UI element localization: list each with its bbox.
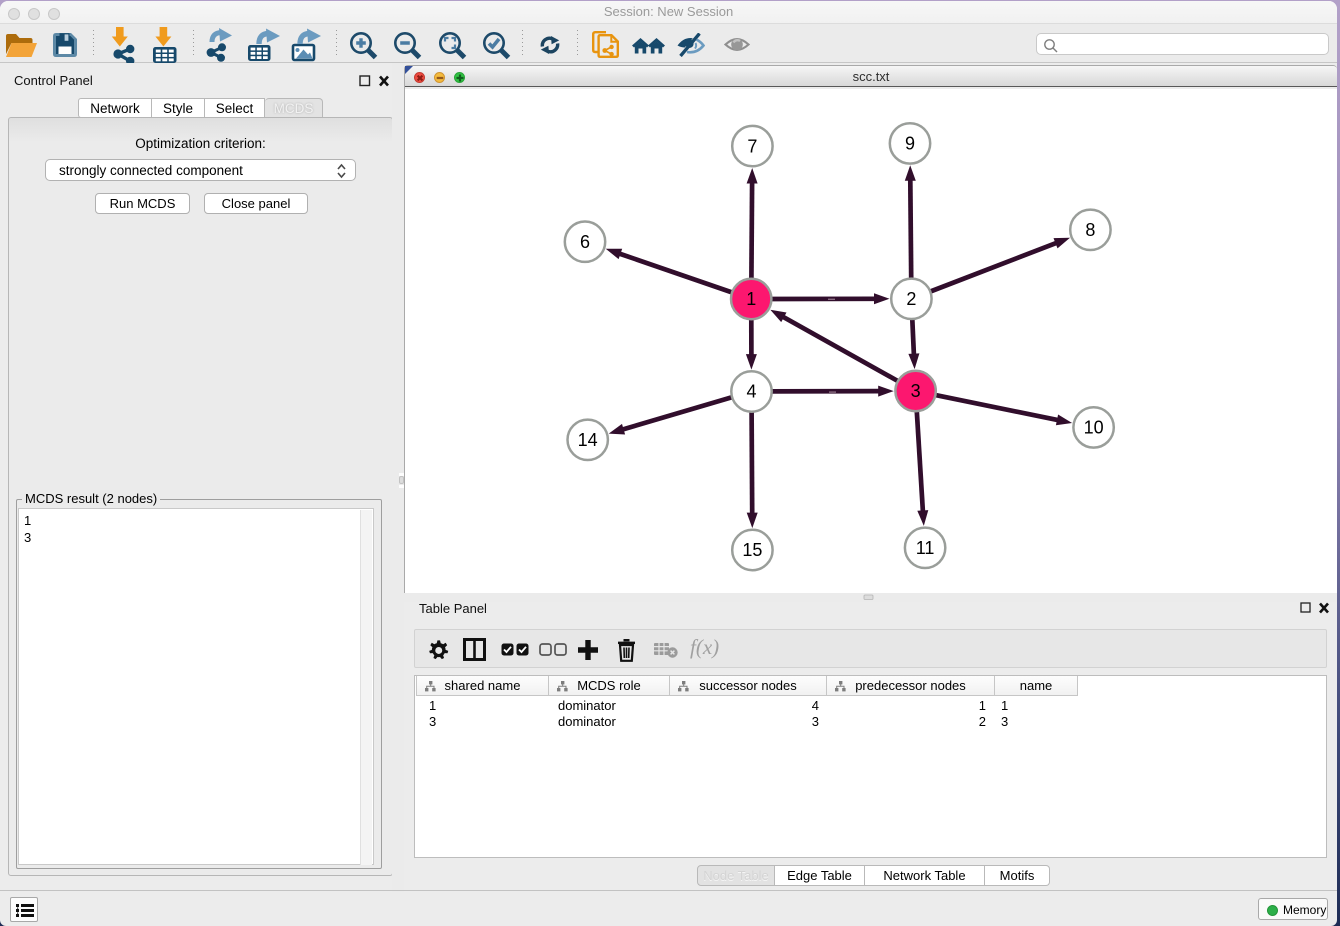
svg-text:10: 10 xyxy=(1084,418,1104,438)
svg-text:7: 7 xyxy=(747,136,757,156)
svg-text:14: 14 xyxy=(578,430,598,450)
svg-text:4: 4 xyxy=(746,382,756,402)
svg-text:8: 8 xyxy=(1085,220,1095,240)
svg-text:1: 1 xyxy=(746,289,756,309)
svg-text:6: 6 xyxy=(580,232,590,252)
svg-text:9: 9 xyxy=(905,134,915,154)
svg-text:11: 11 xyxy=(916,538,935,558)
svg-text:3: 3 xyxy=(911,381,921,401)
svg-text:2: 2 xyxy=(906,289,916,309)
svg-text:15: 15 xyxy=(742,540,762,560)
